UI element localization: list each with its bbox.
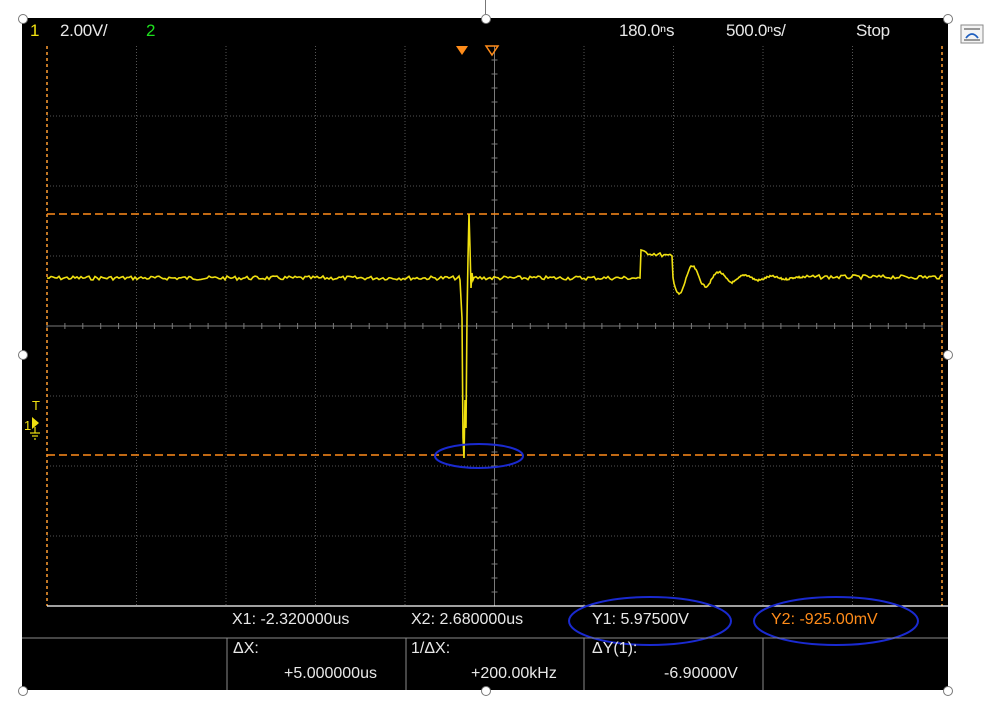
- resize-handle-left[interactable]: [18, 350, 28, 360]
- delta-y-label: ΔY(1):: [592, 640, 638, 657]
- resize-handle-top[interactable]: [481, 14, 491, 24]
- resize-handle-top-right[interactable]: [943, 14, 953, 24]
- inverse-delta-x-label: 1/ΔX:: [411, 640, 451, 657]
- x2-cursor-readout: X2: 2.680000us: [411, 611, 524, 628]
- delta-y-value: -6.90000V: [664, 665, 738, 682]
- ground-icon: [30, 427, 40, 440]
- resize-handle-bottom[interactable]: [481, 686, 491, 696]
- waveform-display: T 1: [22, 45, 948, 690]
- y2-cursor-readout: Y2: -925.00mV: [771, 611, 878, 628]
- delay-marker: [484, 45, 500, 57]
- trigger-position-marker: [456, 46, 468, 55]
- resize-handle-right[interactable]: [943, 350, 953, 360]
- wrap-text-icon[interactable]: [960, 24, 984, 44]
- annotation-circle-min: [434, 443, 524, 469]
- rotate-handle-stem: [485, 0, 486, 14]
- resize-handle-bottom-left[interactable]: [18, 686, 28, 696]
- inverse-delta-x-value: +200.00kHz: [471, 665, 557, 682]
- delta-x-label: ΔX:: [233, 640, 259, 657]
- x1-cursor-readout: X1: -2.320000us: [232, 611, 350, 628]
- trigger-level-label: T: [32, 398, 40, 413]
- oscilloscope-screenshot[interactable]: 1 2.00V/ 2 180.0ⁿs 500.0ⁿs/ Stop T 1 X1:…: [22, 18, 948, 690]
- channel1-ground-label: 1: [24, 418, 31, 433]
- resize-handle-top-left[interactable]: [18, 14, 28, 24]
- delta-x-value: +5.000000us: [284, 665, 377, 682]
- center-axes: [46, 45, 943, 607]
- y1-cursor-readout: Y1: 5.97500V: [592, 611, 689, 628]
- resize-handle-bottom-right[interactable]: [943, 686, 953, 696]
